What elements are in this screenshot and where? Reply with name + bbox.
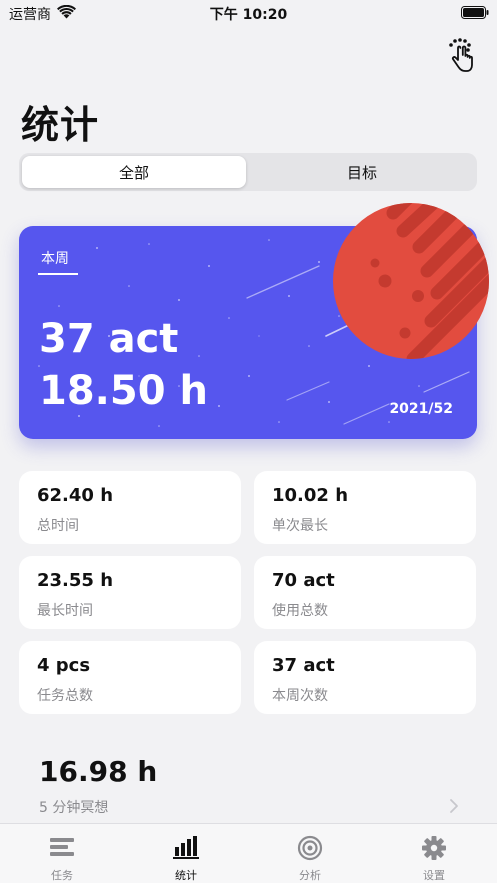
stat-value: 37 act (272, 655, 335, 676)
segment-all[interactable]: 全部 (22, 156, 246, 188)
week-tab-label[interactable]: 本周 (41, 248, 69, 268)
tap-gesture-icon[interactable] (446, 38, 474, 74)
week-activity-count: 37 act (39, 316, 179, 362)
stat-label: 最长时间 (37, 603, 93, 619)
status-bar: 运营商 下午 10:20 (0, 0, 497, 26)
week-tab-underline (38, 273, 78, 275)
stat-value: 62.40 h (37, 485, 114, 506)
stat-card-longest-time: 23.55 h 最长时间 (19, 556, 241, 629)
chevron-right-icon (450, 799, 458, 813)
week-total-hours: 18.50 h (39, 368, 208, 414)
tab-tasks[interactable]: 任务 (0, 824, 124, 883)
stat-label: 任务总数 (37, 688, 93, 704)
tab-label: 设置 (423, 869, 445, 882)
status-time: 下午 10:20 (209, 7, 288, 23)
tab-bar: 任务 统计 分析 设置 (0, 823, 497, 883)
stat-label: 总时间 (37, 518, 79, 534)
gear-icon (422, 836, 446, 860)
battery-icon (461, 6, 489, 19)
stat-value: 10.02 h (272, 485, 349, 506)
stat-label: 使用总数 (272, 603, 328, 619)
tab-settings[interactable]: 设置 (372, 824, 496, 883)
stat-value: 70 act (272, 570, 335, 591)
stat-card-total-uses: 70 act 使用总数 (254, 556, 476, 629)
week-id-label: 2021/52 (389, 401, 453, 417)
stat-card-total-time: 62.40 h 总时间 (19, 471, 241, 544)
analysis-icon (297, 835, 323, 861)
meditation-row[interactable]: 16.98 h 5 分钟冥想 (19, 745, 477, 825)
planet-illustration (333, 203, 489, 359)
tab-label: 分析 (299, 869, 321, 882)
tab-analysis[interactable]: 分析 (248, 824, 372, 883)
bar-chart-icon (173, 836, 199, 859)
stat-value: 23.55 h (37, 570, 114, 591)
tab-stats[interactable]: 统计 (124, 824, 248, 883)
segmented-control: 全部 目标 (19, 153, 477, 191)
tab-label: 任务 (51, 869, 73, 882)
stat-label: 单次最长 (272, 518, 328, 534)
page-title: 统计 (21, 103, 100, 147)
stat-label: 本周次数 (272, 688, 328, 704)
tab-label: 统计 (175, 869, 197, 882)
stat-card-longest-session: 10.02 h 单次最长 (254, 471, 476, 544)
segment-goals[interactable]: 目标 (250, 156, 474, 188)
tasks-icon (50, 838, 74, 856)
meditation-label: 5 分钟冥想 (39, 800, 109, 816)
stat-card-week-count: 37 act 本周次数 (254, 641, 476, 714)
meditation-hours: 16.98 h (39, 755, 158, 788)
stat-value: 4 pcs (37, 655, 91, 676)
stat-card-total-tasks: 4 pcs 任务总数 (19, 641, 241, 714)
